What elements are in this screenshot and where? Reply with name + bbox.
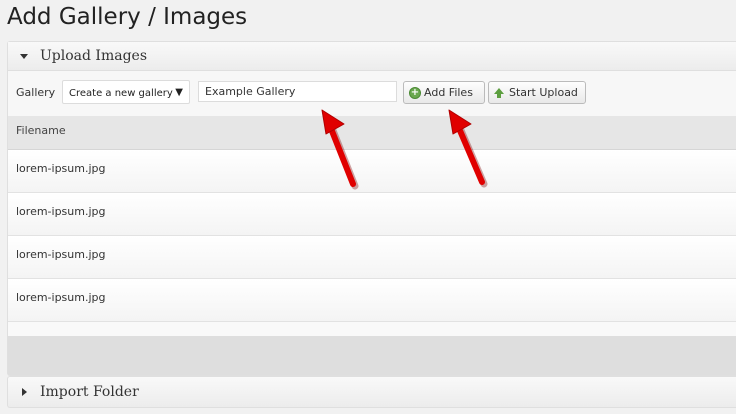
gallery-select[interactable]: Create a new gallery ▼ xyxy=(62,80,190,104)
upload-arrow-icon xyxy=(494,87,504,98)
table-row[interactable]: lorem-ipsum.jpg xyxy=(8,236,736,279)
import-folder-title: Import Folder xyxy=(40,384,139,400)
add-files-label: Add Files xyxy=(424,86,473,99)
table-row[interactable]: lorem-ipsum.jpg xyxy=(8,193,736,236)
gallery-label: Gallery xyxy=(16,86,56,99)
chevron-down-icon: ▼ xyxy=(175,87,183,98)
gallery-name-input[interactable]: Example Gallery xyxy=(198,81,397,102)
upload-images-panel-header[interactable]: Upload Images xyxy=(8,42,736,71)
expand-triangle-icon[interactable] xyxy=(22,388,27,396)
start-upload-button[interactable]: Start Upload xyxy=(488,81,586,104)
plus-circle-icon: + xyxy=(409,86,421,99)
upload-panel-footer xyxy=(8,336,736,375)
start-upload-label: Start Upload xyxy=(509,86,578,99)
gallery-select-value: Create a new gallery xyxy=(69,88,173,99)
filename-column-header: Filename xyxy=(8,116,736,150)
annotation-arrow-icon xyxy=(448,109,488,188)
page-title: Add Gallery / Images xyxy=(7,4,248,30)
upload-toolbar: Gallery Create a new gallery ▼ Example G… xyxy=(8,71,736,115)
upload-file-table: Filename lorem-ipsum.jpg lorem-ipsum.jpg… xyxy=(8,116,736,342)
upload-images-title: Upload Images xyxy=(40,48,148,64)
table-row[interactable]: lorem-ipsum.jpg xyxy=(8,150,736,193)
upload-images-panel: Upload Images Gallery Create a new galle… xyxy=(7,41,736,376)
table-row[interactable]: lorem-ipsum.jpg xyxy=(8,279,736,322)
collapse-triangle-icon[interactable] xyxy=(20,53,28,59)
add-files-button[interactable]: + Add Files xyxy=(403,81,485,104)
annotation-arrow-icon xyxy=(321,109,359,190)
import-folder-panel-header[interactable]: Import Folder xyxy=(7,376,736,408)
